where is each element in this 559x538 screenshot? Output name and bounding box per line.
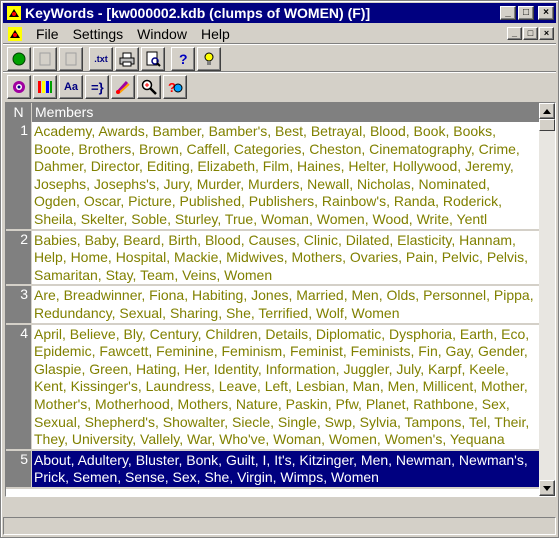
document-close-button[interactable]: × [539,27,554,40]
row-number: 5 [6,450,32,487]
scroll-down-button[interactable] [539,480,555,496]
minimize-button[interactable]: _ [500,6,516,20]
maximize-button[interactable]: □ [518,6,534,20]
status-bar [3,517,556,535]
keywords-toolbar: Aa =} ? [3,73,187,101]
help-pointer-icon: ? [168,80,183,95]
tip-button[interactable] [197,47,221,71]
arrow-up-icon [543,108,551,114]
keywords-window: KeyWords - [kw000002.kdb (clumps of WOME… [0,0,559,538]
columns-icon [38,81,52,93]
main-toolbar: .txt ? [3,45,221,73]
table-row[interactable]: 1 Academy, Awards, Bamber, Bamber's, Bes… [6,122,541,231]
green-circle-icon [12,52,26,66]
help-button[interactable]: ? [171,47,195,71]
menu-file[interactable]: File [29,26,66,42]
arrow-down-icon [543,485,551,491]
layout-button[interactable]: =} [85,75,109,99]
column-header-n[interactable]: N [6,103,32,122]
table-row-selected[interactable]: 5 About, Adultery, Bluster, Bonk, Guilt,… [6,450,541,489]
close-button[interactable]: × [538,6,554,20]
save-txt-button[interactable]: .txt [89,47,113,71]
print-preview-button[interactable] [141,47,165,71]
members-cell[interactable]: Babies, Baby, Beard, Birth, Blood, Cause… [32,230,541,285]
members-cell[interactable]: Academy, Awards, Bamber, Bamber's, Best,… [32,122,541,229]
svg-text:?: ? [179,51,188,67]
bracket-icon: =} [91,80,104,95]
grid-header: N Members [6,103,541,122]
disabled-button-1[interactable] [33,47,57,71]
clumps-button[interactable] [7,75,31,99]
members-cell[interactable]: Are, Breadwinner, Fiona, Habiting, Jones… [32,286,541,323]
scroll-up-button[interactable] [539,103,555,119]
print-button[interactable] [115,47,139,71]
keywords-app-icon[interactable] [6,5,22,21]
table-row[interactable]: 3 Are, Breadwinner, Fiona, Habiting, Jon… [6,286,541,325]
question-mark-icon: ? [179,51,188,67]
window-title: KeyWords - [kw000002.kdb (clumps of WOME… [25,5,371,21]
scroll-thumb[interactable] [539,119,555,131]
table-row[interactable]: 4 April, Believe, Bly, Century, Children… [6,324,541,451]
go-button[interactable] [7,47,31,71]
vertical-scrollbar[interactable] [539,103,555,496]
row-number: 3 [6,286,32,323]
column-header-members[interactable]: Members [32,103,541,122]
menu-help[interactable]: Help [194,26,237,42]
blank-page-icon [39,52,51,66]
flower-icon [13,81,25,93]
menu-bar: File Settings Window Help _ □ × [3,24,556,43]
menu-window[interactable]: Window [130,26,194,42]
svg-text:=}: =} [91,80,104,95]
document-restore-button[interactable]: □ [523,27,538,40]
blank-page-icon [65,52,77,66]
paintbrush-icon [115,80,130,95]
colour-button[interactable] [111,75,135,99]
zoom-button[interactable] [137,75,161,99]
members-cell[interactable]: April, Believe, Bly, Century, Children, … [32,324,541,449]
font-button[interactable]: Aa [59,75,83,99]
document-minimize-button[interactable]: _ [507,27,522,40]
title-bar[interactable]: KeyWords - [kw000002.kdb (clumps of WOME… [3,3,556,23]
row-number: 2 [6,230,32,285]
lightbulb-icon [204,52,214,65]
members-cell[interactable]: About, Adultery, Bluster, Bonk, Guilt, I… [32,450,541,487]
print-preview-icon [146,51,161,67]
document-system-icon[interactable] [7,26,23,42]
context-help-button[interactable]: ? [163,75,187,99]
printer-icon [119,52,135,67]
clumps-grid: N Members 1 Academy, Awards, Bamber, Bam… [5,102,556,497]
table-row[interactable]: 2 Babies, Baby, Beard, Birth, Blood, Cau… [6,230,541,287]
magnifier-icon [141,79,157,95]
grid-rows: 1 Academy, Awards, Bamber, Bamber's, Bes… [6,122,541,489]
menu-settings[interactable]: Settings [66,26,131,42]
row-number: 1 [6,122,32,229]
columns-button[interactable] [33,75,57,99]
disabled-button-2[interactable] [59,47,83,71]
row-number: 4 [6,324,32,449]
